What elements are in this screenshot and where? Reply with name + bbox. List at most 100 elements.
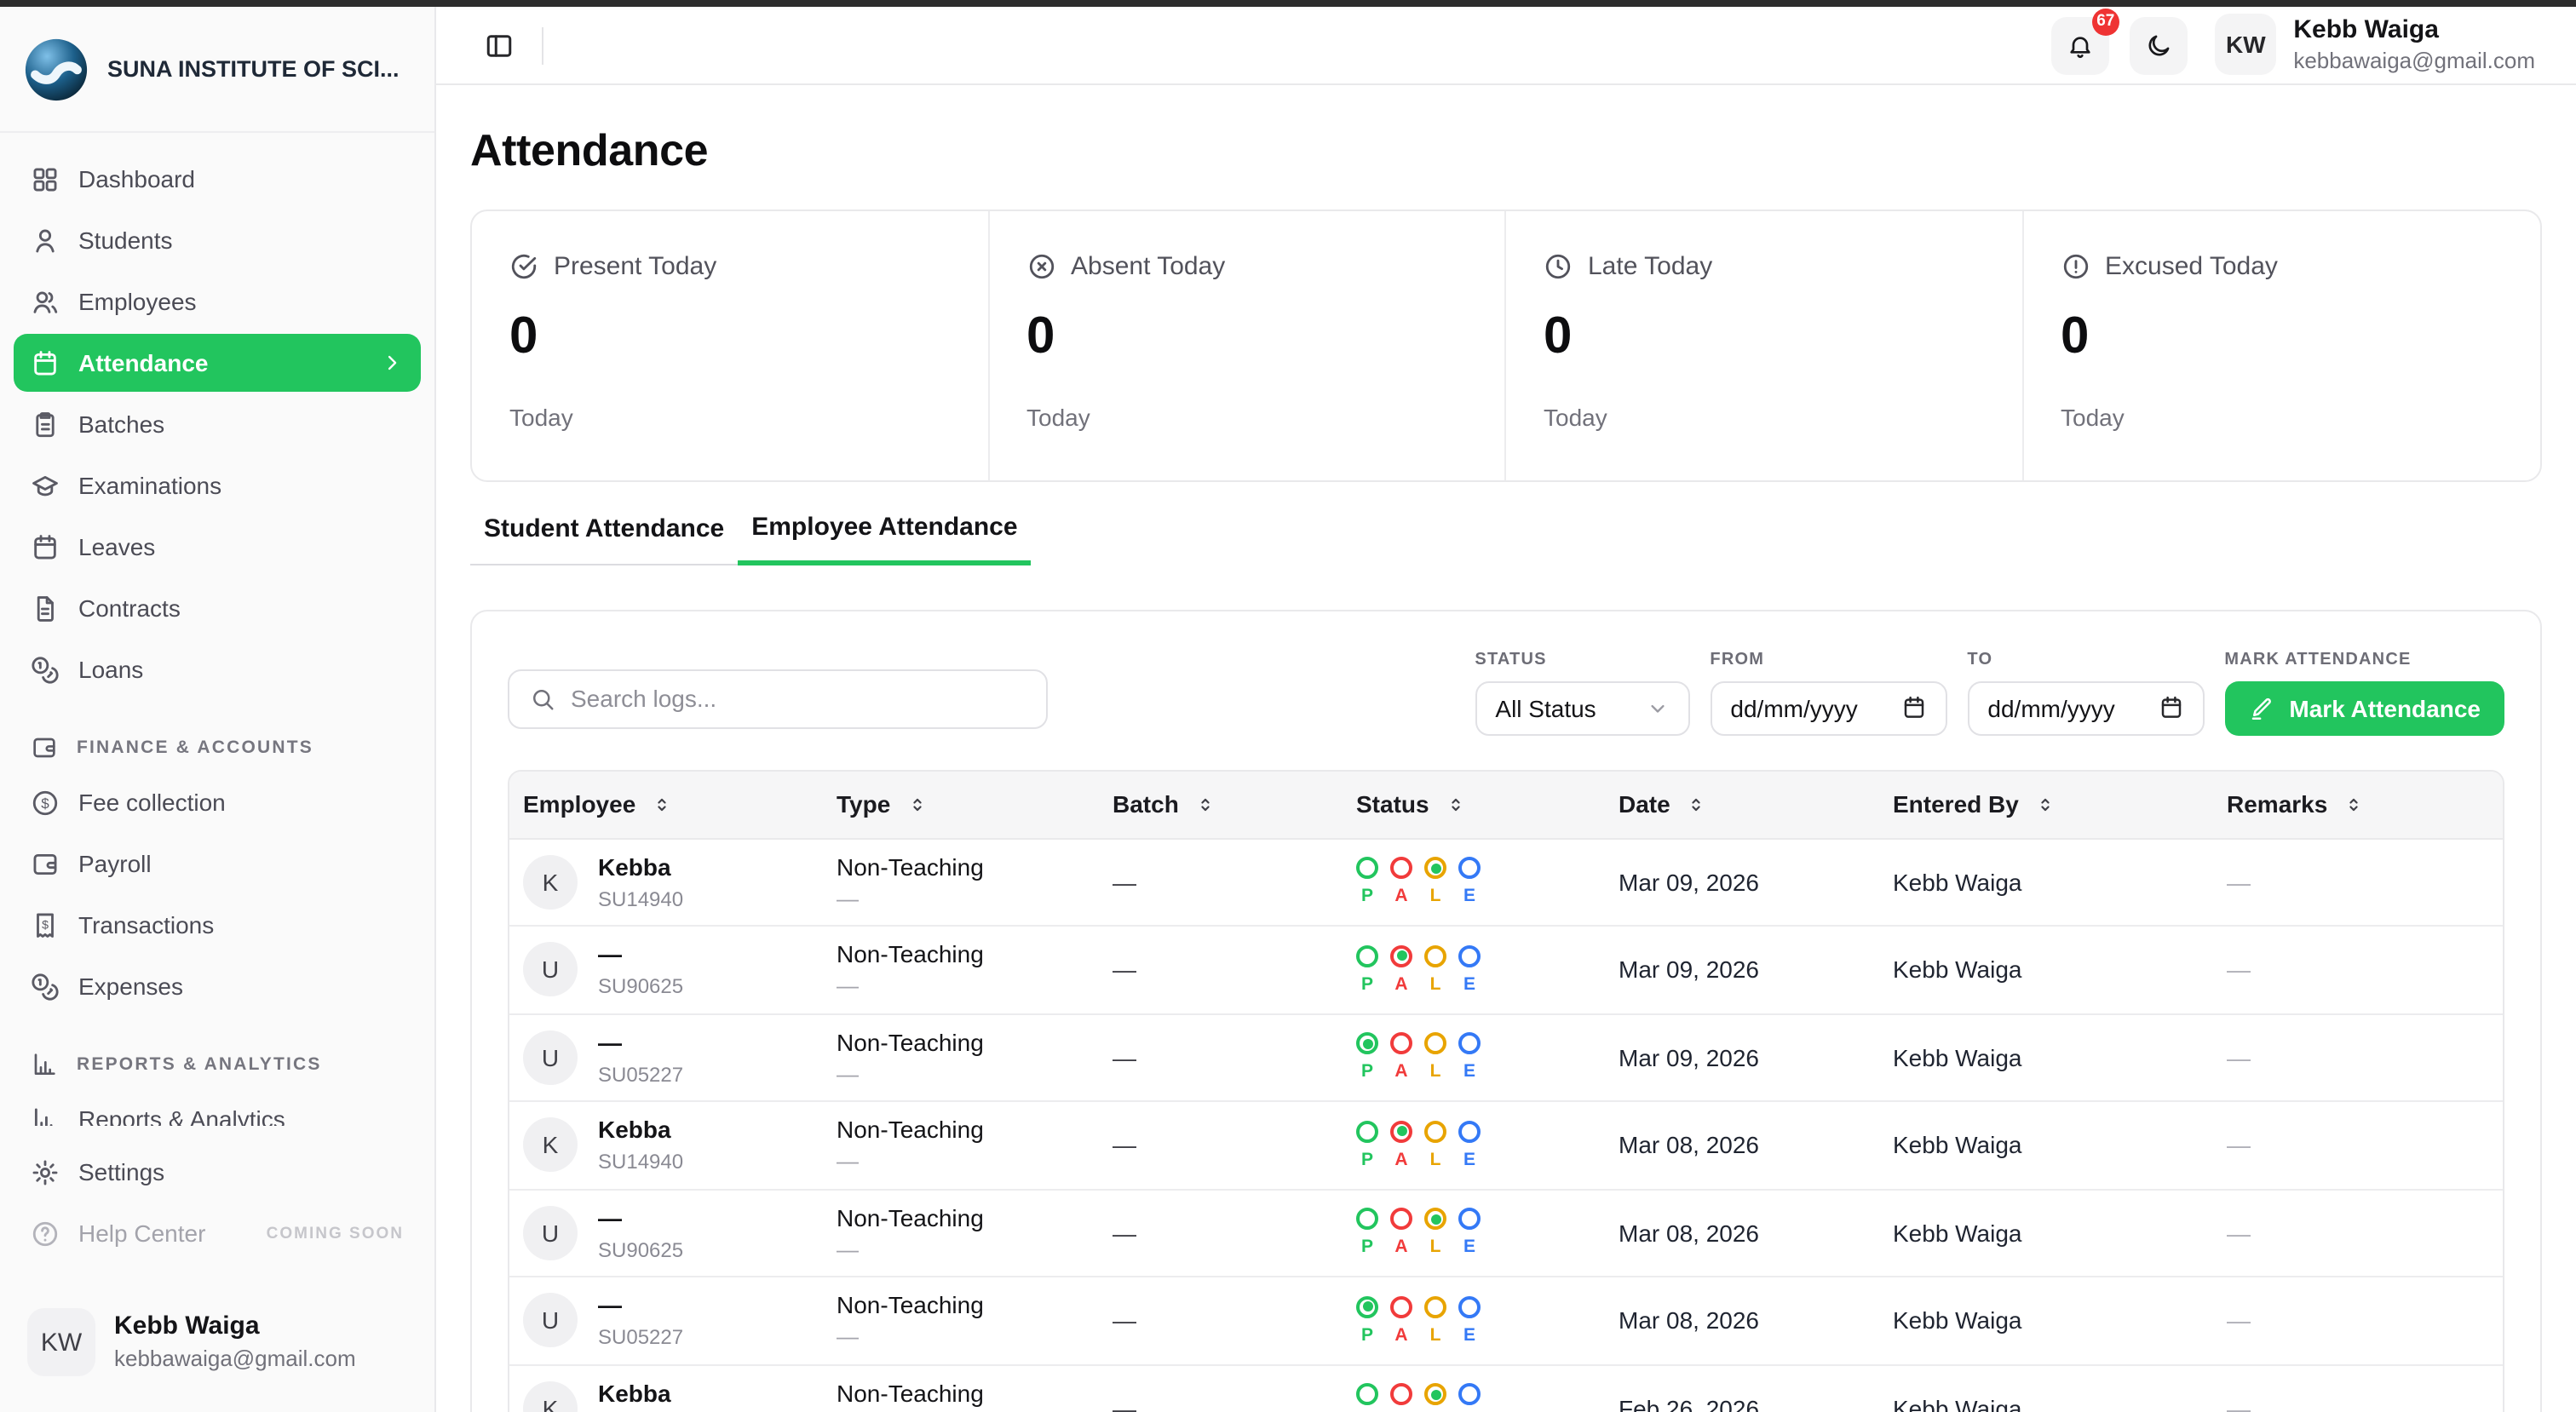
sidebar: SUNA INSTITUTE OF SCI... DashboardStuden… — [0, 7, 436, 1412]
brand: SUNA INSTITUTE OF SCI... — [0, 7, 434, 133]
status-radio-e[interactable] — [1458, 1033, 1481, 1055]
date-cell: Feb 26, 2026 — [1619, 1395, 1893, 1412]
table-row: U—SU05227Non-Teaching——PALEMar 08, 2026K… — [509, 1277, 2503, 1365]
status-radio-e[interactable] — [1458, 1296, 1481, 1318]
search-box[interactable] — [508, 669, 1048, 728]
sidebar-item-batches[interactable]: Batches — [14, 395, 421, 453]
calendar-icon[interactable] — [2158, 695, 2183, 720]
sidebar-profile[interactable]: KW Kebb Waiga kebbawaiga@gmail.com — [17, 1308, 417, 1376]
search-input[interactable] — [571, 685, 1026, 712]
sidebar-item-dashboard[interactable]: Dashboard — [14, 150, 421, 208]
remarks-cell: — — [2227, 1044, 2489, 1071]
sidebar-item-payroll[interactable]: Payroll — [14, 835, 421, 893]
sidebar-item-expenses[interactable]: Expenses — [14, 957, 421, 1015]
status-radio-a[interactable] — [1390, 945, 1412, 967]
status-radio-p[interactable] — [1356, 1121, 1378, 1143]
status-radio-l[interactable] — [1424, 1033, 1446, 1055]
status-radio-l[interactable] — [1424, 1296, 1446, 1318]
status-letter-l: L — [1424, 887, 1446, 907]
column-header-batch[interactable]: Batch — [1113, 790, 1356, 818]
employee-id: SU05227 — [598, 1062, 683, 1086]
column-header-status[interactable]: Status — [1356, 790, 1619, 818]
main-area: 67 KW Kebb Waiga kebbawaiga@gmail.com At… — [436, 7, 2576, 1412]
status-radio-e[interactable] — [1458, 945, 1481, 967]
status-radio-a[interactable] — [1390, 1033, 1412, 1055]
alert-circle-icon — [2061, 252, 2090, 281]
status-radio-a[interactable] — [1390, 1121, 1412, 1143]
status-letter-a: A — [1390, 1237, 1412, 1258]
status-letter-a: A — [1390, 887, 1412, 907]
status-radio-p[interactable] — [1356, 1296, 1378, 1318]
status-radio-l[interactable] — [1424, 858, 1446, 880]
column-header-type[interactable]: Type — [837, 790, 1113, 818]
status-radio-p[interactable] — [1356, 945, 1378, 967]
header-divider — [542, 26, 543, 64]
tab-student-attendance[interactable]: Student Attendance — [470, 514, 738, 565]
calendar-icon[interactable] — [1900, 695, 1926, 720]
column-header-employee[interactable]: Employee — [523, 790, 837, 818]
sidebar-item-reports-analytics[interactable]: Reports & Analytics — [14, 1090, 421, 1126]
sidebar-item-leaves[interactable]: Leaves — [14, 518, 421, 576]
sidebar-toggle-icon[interactable] — [484, 30, 515, 60]
type-cell: Non-Teaching— — [837, 1116, 1113, 1174]
sidebar-item-settings[interactable]: Settings — [14, 1143, 421, 1201]
calendar-icon — [31, 532, 60, 561]
status-radio-l[interactable] — [1424, 1384, 1446, 1406]
status-select[interactable]: All Status — [1475, 680, 1689, 735]
to-date-input[interactable]: dd/mm/yyyy — [1967, 680, 2204, 735]
mark-attendance-button[interactable]: Mark Attendance — [2224, 680, 2504, 735]
status-radio-p[interactable] — [1356, 1384, 1378, 1406]
theme-toggle-button[interactable] — [2130, 16, 2188, 74]
status-radio-a[interactable] — [1390, 1296, 1412, 1318]
sidebar-item-contracts[interactable]: Contracts — [14, 579, 421, 637]
clipboard-icon — [31, 410, 60, 439]
status-letter-l: L — [1424, 974, 1446, 995]
sidebar-item-loans[interactable]: Loans — [14, 640, 421, 698]
status-radio-e[interactable] — [1458, 1208, 1481, 1231]
status-radio-p[interactable] — [1356, 1033, 1378, 1055]
top-bar: 67 KW Kebb Waiga kebbawaiga@gmail.com — [436, 7, 2576, 85]
column-header-remarks[interactable]: Remarks — [2227, 790, 2489, 818]
sidebar-item-attendance[interactable]: Attendance — [14, 334, 421, 392]
sidebar-item-transactions[interactable]: $Transactions — [14, 896, 421, 954]
receipt-icon: $ — [31, 910, 60, 939]
employee-id: SU14940 — [598, 887, 683, 910]
status-radio-l[interactable] — [1424, 945, 1446, 967]
status-letter-p: P — [1356, 1150, 1378, 1170]
table-body: KKebbaSU14940Non-Teaching——PALEMar 09, 2… — [509, 839, 2503, 1412]
status-radio-l[interactable] — [1424, 1208, 1446, 1231]
users-icon — [31, 287, 60, 316]
status-radio-a[interactable] — [1390, 1208, 1412, 1231]
column-header-date[interactable]: Date — [1619, 790, 1893, 818]
user-menu[interactable]: KW Kebb Waiga kebbawaiga@gmail.com — [2215, 14, 2535, 77]
dollar-circle-icon: $ — [31, 788, 60, 817]
sidebar-item-examinations[interactable]: Examinations — [14, 456, 421, 514]
sidebar-item-help-center[interactable]: Help CenterCOMING SOON — [14, 1204, 421, 1262]
column-header-entered-by[interactable]: Entered By — [1893, 790, 2227, 818]
table-header: EmployeeTypeBatchStatusDateEntered ByRem… — [509, 771, 2503, 839]
entered-by-cell: Kebb Waiga — [1893, 956, 2227, 984]
status-radio-l[interactable] — [1424, 1121, 1446, 1143]
stat-caption: Today — [509, 404, 950, 431]
status-radio-p[interactable] — [1356, 1208, 1378, 1231]
status-radio-e[interactable] — [1458, 858, 1481, 880]
status-select-value: All Status — [1495, 694, 1596, 721]
employee-name: — — [598, 941, 683, 970]
employee-cell: KKebbaSU14940 — [523, 1116, 837, 1174]
status-radio-e[interactable] — [1458, 1384, 1481, 1406]
notifications-button[interactable]: 67 — [2051, 16, 2109, 74]
row-avatar: U — [523, 942, 578, 996]
tab-employee-attendance[interactable]: Employee Attendance — [738, 513, 1031, 565]
stats-row: Present Today0TodayAbsent Today0TodayLat… — [470, 210, 2542, 482]
status-radio-e[interactable] — [1458, 1121, 1481, 1143]
sidebar-item-employees[interactable]: Employees — [14, 273, 421, 330]
batch-cell: — — [1113, 1132, 1356, 1159]
status-radio-a[interactable] — [1390, 1384, 1412, 1406]
entered-by-cell: Kebb Waiga — [1893, 1307, 2227, 1335]
sidebar-item-students[interactable]: Students — [14, 211, 421, 269]
status-radio-p[interactable] — [1356, 858, 1378, 880]
from-date-input[interactable]: dd/mm/yyyy — [1710, 680, 1946, 735]
employee-cell: U—SU05227 — [523, 1029, 837, 1087]
status-radio-a[interactable] — [1390, 858, 1412, 880]
sidebar-item-fee-collection[interactable]: $Fee collection — [14, 773, 421, 831]
